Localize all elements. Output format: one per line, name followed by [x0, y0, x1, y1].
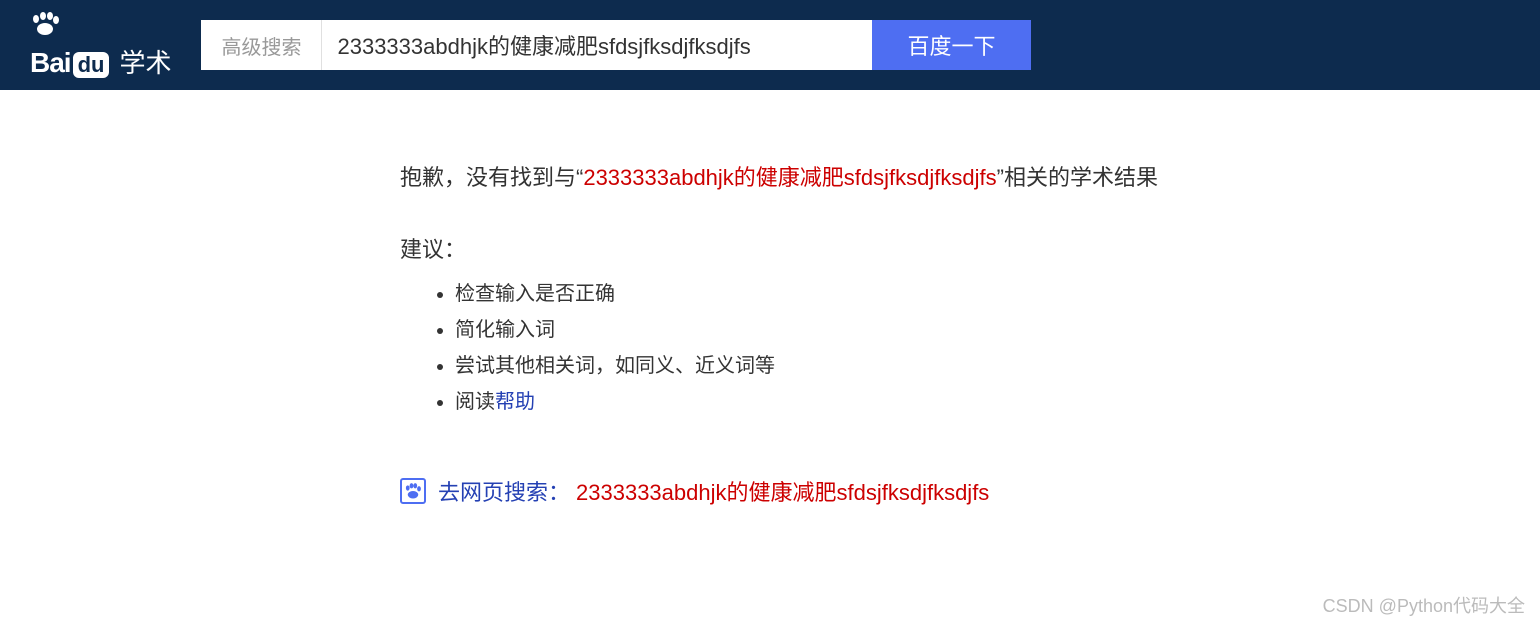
suggestion-item: 检查输入是否正确	[455, 276, 1540, 312]
paw-icon	[30, 11, 60, 35]
suggestions-title: 建议：	[400, 232, 1540, 264]
web-search-query: 2333333abdhjk的健康减肥sfdsjfksdjfksdjfs	[576, 475, 989, 507]
no-results-message: 抱歉，没有找到与“2333333abdhjk的健康减肥sfdsjfksdjfks…	[400, 160, 1540, 192]
advanced-search-link[interactable]: 高级搜索	[201, 20, 322, 70]
suggestion-item: 简化输入词	[455, 312, 1540, 348]
logo-du: du	[73, 52, 110, 78]
web-search-link[interactable]: 去网页搜索： 2333333abdhjk的健康减肥sfdsjfksdjfksdj…	[400, 475, 1540, 507]
paw-icon	[404, 482, 422, 500]
paw-icon-box	[400, 478, 426, 504]
logo[interactable]: Bai du 学术	[30, 11, 171, 80]
watermark: CSDN @Python代码大全	[1323, 592, 1525, 618]
suggestion-item: 尝试其他相关词，如同义、近义词等	[455, 348, 1540, 384]
help-link[interactable]: 帮助	[495, 391, 535, 413]
suggestion-prefix: 阅读	[455, 391, 495, 413]
logo-bai: Bai	[30, 47, 71, 79]
suggestion-item: 阅读帮助	[455, 384, 1540, 420]
header: Bai du 学术 高级搜索 百度一下	[0, 0, 1540, 90]
suggestions-list: 检查输入是否正确 简化输入词 尝试其他相关词，如同义、近义词等 阅读帮助	[400, 276, 1540, 420]
search-container: 高级搜索 百度一下	[201, 20, 1030, 70]
no-results-query: 2333333abdhjk的健康减肥sfdsjfksdjfksdjfs	[583, 165, 996, 190]
no-results-suffix: ”相关的学术结果	[997, 165, 1158, 190]
web-search-label: 去网页搜索：	[438, 475, 570, 507]
search-button[interactable]: 百度一下	[872, 20, 1030, 70]
logo-xueshu: 学术	[119, 43, 171, 80]
logo-graphic: Bai du 学术	[30, 11, 171, 80]
content: 抱歉，没有找到与“2333333abdhjk的健康减肥sfdsjfksdjfks…	[0, 90, 1540, 507]
search-input[interactable]	[322, 20, 872, 70]
no-results-prefix: 抱歉，没有找到与“	[400, 165, 583, 190]
